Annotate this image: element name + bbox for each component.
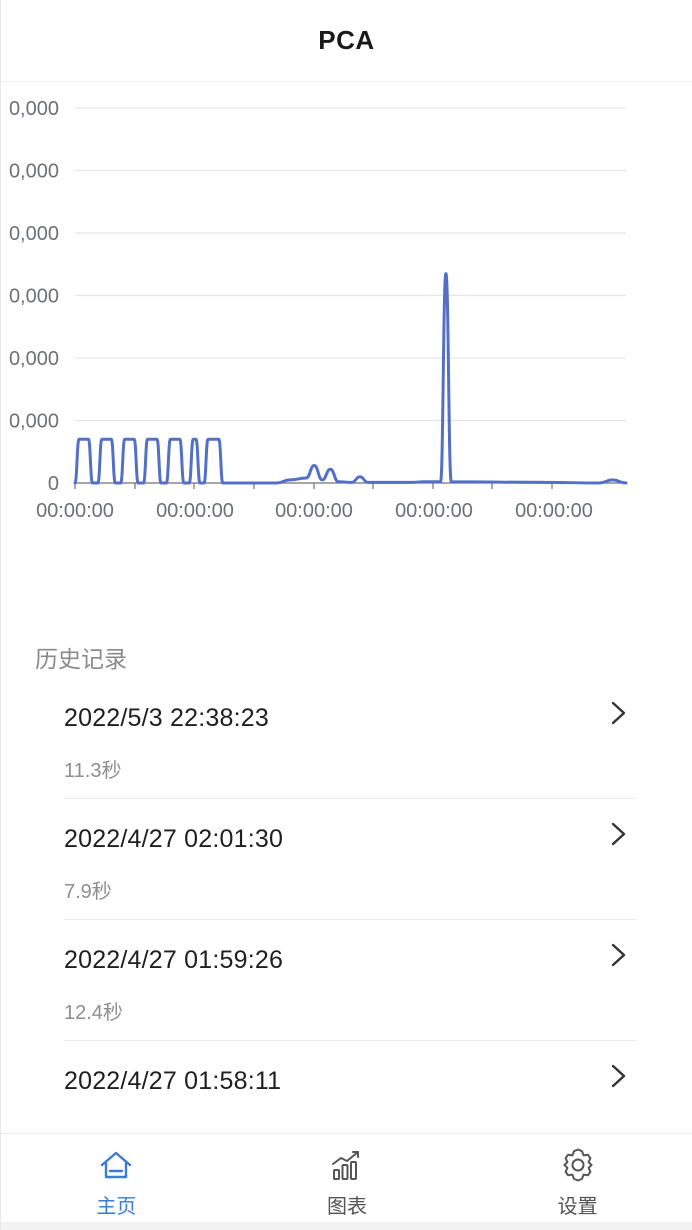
history-item-time: 2022/4/27 01:58:11	[64, 1067, 282, 1095]
chevron-right-icon	[611, 1064, 626, 1088]
chevron-right-icon	[611, 943, 626, 967]
y-tick-label: 0,000	[9, 161, 59, 183]
y-tick-label: 0,000	[9, 411, 59, 433]
tab-home[interactable]: 主页	[1, 1134, 232, 1222]
tab-label: 设置	[557, 1196, 598, 1218]
page-title: PCA	[318, 25, 375, 55]
x-tick-label: 00:00:00	[36, 500, 114, 522]
tab-settings[interactable]: 设置	[462, 1134, 692, 1222]
history-item-duration: 11.3秒	[64, 760, 122, 782]
y-tick-label: 0,000	[9, 286, 59, 308]
x-tick-label: 00:00:00	[395, 500, 473, 522]
history-item-time: 2022/4/27 02:01:30	[64, 825, 284, 853]
history-list: 2022/5/3 22:38:23 11.3秒 2022/4/27 02:01:…	[64, 678, 636, 1162]
gear-icon	[563, 1148, 593, 1182]
chart-icon	[332, 1151, 359, 1180]
tab-chart[interactable]: 图表	[232, 1134, 463, 1222]
history-section-label: 历史记录	[35, 646, 127, 672]
history-item[interactable]: 2022/4/27 01:59:26 12.4秒	[64, 920, 636, 1041]
y-tick-label: 0,000	[9, 348, 59, 370]
app-screen: PCA 0 0,000 0,000 0,000 0,000 0,000 0,000 00:00…	[0, 0, 692, 1230]
y-tick-label: 0	[48, 473, 59, 495]
bottom-edge	[1, 1222, 692, 1230]
chart-container: 0 0,000 0,000 0,000 0,000 0,000 0,000 00:00:00 0…	[1, 82, 692, 552]
history-item-duration: 12.4秒	[64, 1002, 123, 1024]
navigation-bar: PCA	[1, 0, 692, 82]
history-item-time: 2022/5/3 22:38:23	[64, 704, 269, 732]
chevron-right-icon	[611, 822, 626, 846]
history-item[interactable]: 2022/4/27 02:01:30 7.9秒	[64, 799, 636, 920]
series-line	[73, 272, 628, 485]
chevron-right-icon	[611, 701, 626, 725]
x-tick-label: 00:00:00	[515, 500, 593, 522]
x-tick-label: 00:00:00	[275, 500, 353, 522]
home-icon	[101, 1151, 132, 1179]
history-item[interactable]: 2022/5/3 22:38:23 11.3秒	[64, 678, 636, 799]
y-tick-label: 0,000	[9, 223, 59, 245]
tab-bar: 主页 图表 设置	[1, 1133, 692, 1222]
tab-label: 图表	[327, 1196, 367, 1218]
x-tick-label: 00:00:00	[156, 500, 234, 522]
y-tick-label: 0,000	[9, 98, 59, 120]
history-item-time: 2022/4/27 01:59:26	[64, 946, 284, 974]
tab-label: 主页	[96, 1196, 137, 1218]
history-item-duration: 7.9秒	[64, 881, 112, 903]
line-chart: 0 0,000 0,000 0,000 0,000 0,000 0,000 00:00:00 0…	[9, 98, 628, 522]
